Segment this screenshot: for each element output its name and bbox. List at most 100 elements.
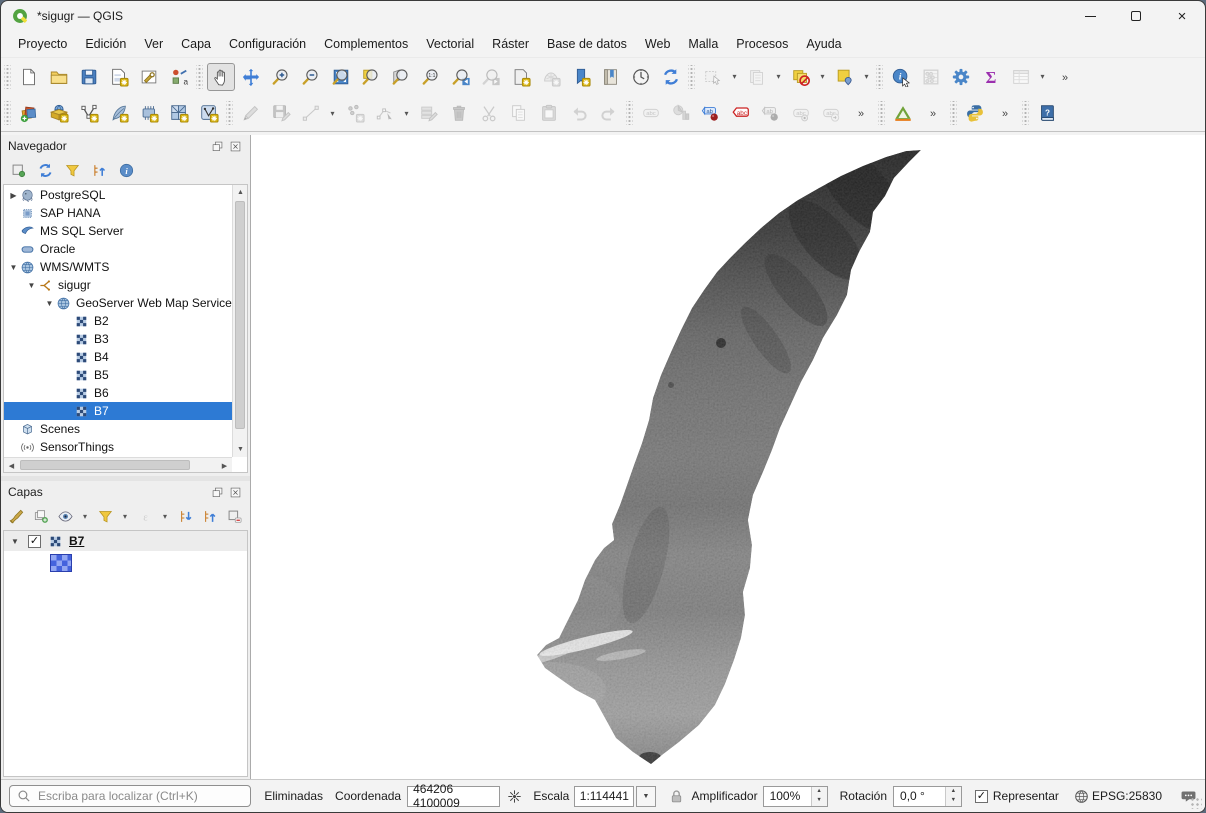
move-label-button[interactable]: ab: [757, 99, 785, 127]
show-layout-manager-button[interactable]: [135, 63, 163, 91]
toggle-editing-button[interactable]: [237, 99, 265, 127]
scale-lock-icon[interactable]: [668, 788, 685, 805]
pan-map-button[interactable]: [207, 63, 235, 91]
render-checkbox[interactable]: ✓: [975, 790, 988, 803]
plugin-tool-button[interactable]: [889, 99, 917, 127]
scroll-left-arrow[interactable]: ◀: [4, 458, 19, 473]
new-map-view-button[interactable]: [507, 63, 535, 91]
refresh-map-button[interactable]: [657, 63, 685, 91]
scroll-right-arrow[interactable]: ▶: [217, 458, 232, 473]
help-button[interactable]: ?: [1033, 99, 1061, 127]
new-geopackage-layer-button[interactable]: [45, 99, 73, 127]
open-attribute-table-dropdown[interactable]: ▾: [1036, 64, 1049, 90]
plugin-overflow-button[interactable]: »: [919, 99, 947, 127]
zoom-last-button[interactable]: [447, 63, 475, 91]
cut-features-button[interactable]: [475, 99, 503, 127]
browser-item-b5[interactable]: B5: [4, 366, 232, 384]
zoom-in-button[interactable]: [267, 63, 295, 91]
new-3d-map-view-button[interactable]: [537, 63, 565, 91]
data-source-manager-button[interactable]: [15, 99, 43, 127]
menu-configuración[interactable]: Configuración: [220, 33, 315, 55]
processing-toolbox-button[interactable]: [947, 63, 975, 91]
delete-selected-button[interactable]: [445, 99, 473, 127]
browser-item-b3[interactable]: B3: [4, 330, 232, 348]
deselect-features-button[interactable]: [787, 63, 815, 91]
scroll-up-arrow[interactable]: ▲: [233, 185, 248, 200]
python-overflow-button[interactable]: »: [991, 99, 1019, 127]
open-attribute-table-button[interactable]: [1007, 63, 1035, 91]
filter-legend-button[interactable]: [95, 504, 116, 528]
python-console-button[interactable]: [961, 99, 989, 127]
toolbar1-overflow-button[interactable]: »: [1051, 63, 1079, 91]
menu-vectorial[interactable]: Vectorial: [417, 33, 483, 55]
layer-diagram-options-button[interactable]: [667, 99, 695, 127]
open-layer-styling-button[interactable]: [6, 504, 27, 528]
remove-layer-group-button[interactable]: [224, 504, 245, 528]
zoom-to-layer-button[interactable]: [387, 63, 415, 91]
select-features-dropdown[interactable]: ▾: [728, 64, 741, 90]
new-spatialite-layer-button[interactable]: [105, 99, 133, 127]
manage-map-themes-button[interactable]: [55, 504, 76, 528]
menu-web[interactable]: Web: [636, 33, 679, 55]
redo-button[interactable]: [595, 99, 623, 127]
pin-labels-button[interactable]: ab: [697, 99, 725, 127]
toolbar-handle[interactable]: [688, 65, 695, 89]
zoom-next-button[interactable]: [477, 63, 505, 91]
browser-item-postgresql[interactable]: ▶PostgreSQL: [4, 186, 232, 204]
browser-item-b4[interactable]: B4: [4, 348, 232, 366]
save-layer-edits-button[interactable]: [267, 99, 295, 127]
new-project-button[interactable]: [15, 63, 43, 91]
zoom-to-selection-button[interactable]: [357, 63, 385, 91]
minimize-button[interactable]: [1067, 1, 1113, 31]
vertex-tool-dropdown[interactable]: ▾: [400, 100, 413, 126]
statistical-summary-button[interactable]: [917, 63, 945, 91]
coordinate-input[interactable]: 464206 4100009: [407, 786, 500, 807]
magnifier-up[interactable]: ▲: [812, 787, 827, 797]
coordinate-capture-icon[interactable]: [506, 788, 523, 805]
modify-attributes-button[interactable]: [415, 99, 443, 127]
vertex-tool-button[interactable]: [371, 99, 399, 127]
tree-expand-arrow[interactable]: ▶: [8, 191, 19, 200]
browser-item-ms-sql-server[interactable]: MS SQL Server: [4, 222, 232, 240]
browser-item-b6[interactable]: B6: [4, 384, 232, 402]
zoom-full-button[interactable]: [327, 63, 355, 91]
highlight-pinned-labels-button[interactable]: abc: [727, 99, 755, 127]
horizontal-scroll-thumb[interactable]: [20, 460, 190, 470]
collapse-all-layers-button[interactable]: [199, 504, 220, 528]
layer-expand-arrow[interactable]: ▼: [4, 537, 20, 546]
scroll-down-arrow[interactable]: ▼: [233, 442, 248, 457]
toolbar-handle[interactable]: [626, 101, 633, 125]
zoom-native-resolution-button[interactable]: 1:1: [417, 63, 445, 91]
temporal-controller-button[interactable]: [627, 63, 655, 91]
toolbar-handle[interactable]: [878, 101, 885, 125]
layer-labeling-options-button[interactable]: abc: [637, 99, 665, 127]
new-mesh-layer-button[interactable]: [165, 99, 193, 127]
menu-proyecto[interactable]: Proyecto: [9, 33, 76, 55]
menu-procesos[interactable]: Procesos: [727, 33, 797, 55]
browser-item-oracle[interactable]: Oracle: [4, 240, 232, 258]
toolbar-handle[interactable]: [1022, 101, 1029, 125]
menu-edición[interactable]: Edición: [76, 33, 135, 55]
show-hide-labels-button[interactable]: abc: [787, 99, 815, 127]
select-features-button[interactable]: [699, 63, 727, 91]
zoom-out-button[interactable]: [297, 63, 325, 91]
filter-legend-dropdown[interactable]: ▾: [119, 503, 131, 529]
browser-item-b7[interactable]: B7: [4, 402, 232, 420]
browser-properties-button[interactable]: i: [114, 158, 138, 182]
select-by-form-dropdown[interactable]: ▾: [772, 64, 785, 90]
refresh-browser-button[interactable]: [33, 158, 57, 182]
rotation-down[interactable]: ▼: [946, 796, 961, 806]
toolbar-handle[interactable]: [226, 101, 233, 125]
menu-complementos[interactable]: Complementos: [315, 33, 417, 55]
browser-item-sap-hana[interactable]: SAP HANA: [4, 204, 232, 222]
select-by-form-button[interactable]: [743, 63, 771, 91]
magnifier-spinner[interactable]: 100% ▲▼: [763, 786, 828, 807]
menu-ver[interactable]: Ver: [135, 33, 172, 55]
digitize-segment-button[interactable]: [297, 99, 325, 127]
deselect-features-dropdown[interactable]: ▾: [816, 64, 829, 90]
browser-item-wms-wmts[interactable]: ▼WMS/WMTS: [4, 258, 232, 276]
browser-item-scenes[interactable]: Scenes: [4, 420, 232, 438]
pan-to-selection-button[interactable]: [237, 63, 265, 91]
select-by-location-dropdown[interactable]: ▾: [860, 64, 873, 90]
browser-item-sensorthings[interactable]: SensorThings: [4, 438, 232, 456]
